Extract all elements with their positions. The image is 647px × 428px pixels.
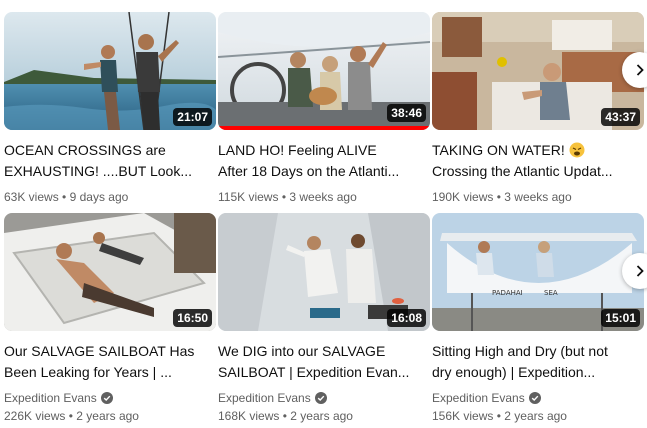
video-title-line[interactable]: We DIG into our SALVAGE (218, 341, 424, 362)
video-title[interactable]: OCEAN CROSSINGS are EXHAUSTING! ....BUT … (4, 140, 216, 182)
distressed-face-emoji-icon (569, 142, 585, 158)
view-count: 115K views (218, 190, 279, 204)
view-count: 190K views (432, 190, 494, 204)
channel-name[interactable]: Expedition Evans (4, 389, 216, 407)
video-stats: 115K views • 3 weeks ago (218, 188, 430, 206)
channel-name[interactable]: Expedition Evans (218, 389, 430, 407)
video-title-line[interactable]: TAKING ON WATER! (432, 140, 638, 161)
chevron-right-icon (636, 64, 644, 76)
video-title[interactable]: LAND HO! Feeling ALIVE After 18 Days on … (218, 140, 430, 182)
video-title-line[interactable]: Our SALVAGE SAILBOAT Has (4, 341, 210, 362)
verified-check-icon (528, 392, 541, 404)
video-title-line[interactable]: Sitting High and Dry (but not (432, 341, 638, 362)
separator: • (282, 409, 287, 423)
video-duration: 16:50 (173, 309, 212, 327)
watch-progress-bar (218, 126, 430, 130)
video-card-6[interactable]: PADAHAI SEA 15:01 Sitting High and Dry (… (432, 213, 644, 425)
video-title[interactable]: Sitting High and Dry (but not dry enough… (432, 341, 644, 383)
video-card-3[interactable]: 43:37 TAKING ON WATER! Crossing the Atla… (432, 12, 644, 206)
channel-name[interactable]: Expedition Evans (432, 389, 644, 407)
video-thumbnail[interactable]: 38:46 (218, 12, 430, 130)
video-stats: 63K views • 9 days ago (4, 188, 216, 206)
upload-age: 9 days ago (69, 190, 129, 204)
video-stats: 226K views • 2 years ago (4, 407, 216, 425)
video-stats: 168K views • 2 years ago (218, 407, 430, 425)
video-title-line[interactable]: Been Leaking for Years | ... (4, 362, 210, 383)
video-title-line[interactable]: dry enough) | Expedition... (432, 362, 638, 383)
video-card-2[interactable]: 38:46 LAND HO! Feeling ALIVE After 18 Da… (218, 12, 430, 206)
video-duration: 43:37 (601, 108, 640, 126)
video-stats: 190K views • 3 weeks ago (432, 188, 644, 206)
video-thumbnail[interactable]: 21:07 (4, 12, 216, 130)
view-count: 63K views (4, 190, 59, 204)
video-duration: 15:01 (601, 309, 640, 327)
upload-age: 2 years ago (504, 409, 567, 423)
upload-age: 2 years ago (290, 409, 353, 423)
video-title[interactable]: We DIG into our SALVAGE SAILBOAT | Exped… (218, 341, 430, 383)
view-count: 168K views (218, 409, 280, 423)
video-card-4[interactable]: 16:50 Our SALVAGE SAILBOAT Has Been Leak… (4, 213, 216, 425)
video-title[interactable]: TAKING ON WATER! Crossing the Atlantic U… (432, 140, 644, 182)
video-thumbnail[interactable]: 16:08 (218, 213, 430, 331)
video-title[interactable]: Our SALVAGE SAILBOAT Has Been Leaking fo… (4, 341, 216, 383)
video-card-1[interactable]: 21:07 OCEAN CROSSINGS are EXHAUSTING! ..… (4, 12, 216, 206)
video-title-line[interactable]: EXHAUSTING! ....BUT Look... (4, 161, 210, 182)
video-title-text[interactable]: TAKING ON WATER! (432, 142, 565, 158)
video-thumbnail[interactable]: 16:50 (4, 213, 216, 331)
separator: • (62, 190, 67, 204)
video-stats: 156K views • 2 years ago (432, 407, 644, 425)
verified-check-icon (100, 392, 113, 404)
video-thumbnail[interactable]: 43:37 (432, 12, 644, 130)
video-title-line[interactable]: OCEAN CROSSINGS are (4, 140, 210, 161)
video-duration: 16:08 (387, 309, 426, 327)
video-card-5[interactable]: 16:08 We DIG into our SALVAGE SAILBOAT |… (218, 213, 430, 425)
video-duration: 38:46 (387, 104, 426, 122)
channel-name-text[interactable]: Expedition Evans (432, 389, 525, 407)
separator: • (496, 190, 501, 204)
video-title-line[interactable]: Crossing the Atlantic Updat... (432, 161, 638, 182)
channel-name-text[interactable]: Expedition Evans (4, 389, 97, 407)
svg-text:SEA: SEA (544, 289, 558, 297)
separator: • (496, 409, 501, 423)
upload-age: 3 weeks ago (289, 190, 357, 204)
video-title-line[interactable]: SAILBOAT | Expedition Evan... (218, 362, 424, 383)
channel-name-text[interactable]: Expedition Evans (218, 389, 311, 407)
svg-text:PADAHAI: PADAHAI (492, 289, 523, 297)
upload-age: 3 weeks ago (504, 190, 572, 204)
separator: • (68, 409, 73, 423)
video-title-line[interactable]: After 18 Days on the Atlanti... (218, 161, 424, 182)
separator: • (281, 190, 287, 204)
chevron-right-icon (636, 265, 644, 277)
upload-age: 2 years ago (76, 409, 139, 423)
video-title-line[interactable]: LAND HO! Feeling ALIVE (218, 140, 424, 161)
video-duration: 21:07 (173, 108, 212, 126)
verified-check-icon (314, 392, 327, 404)
view-count: 226K views (4, 409, 66, 423)
video-thumbnail[interactable]: PADAHAI SEA 15:01 (432, 213, 644, 331)
view-count: 156K views (432, 409, 494, 423)
